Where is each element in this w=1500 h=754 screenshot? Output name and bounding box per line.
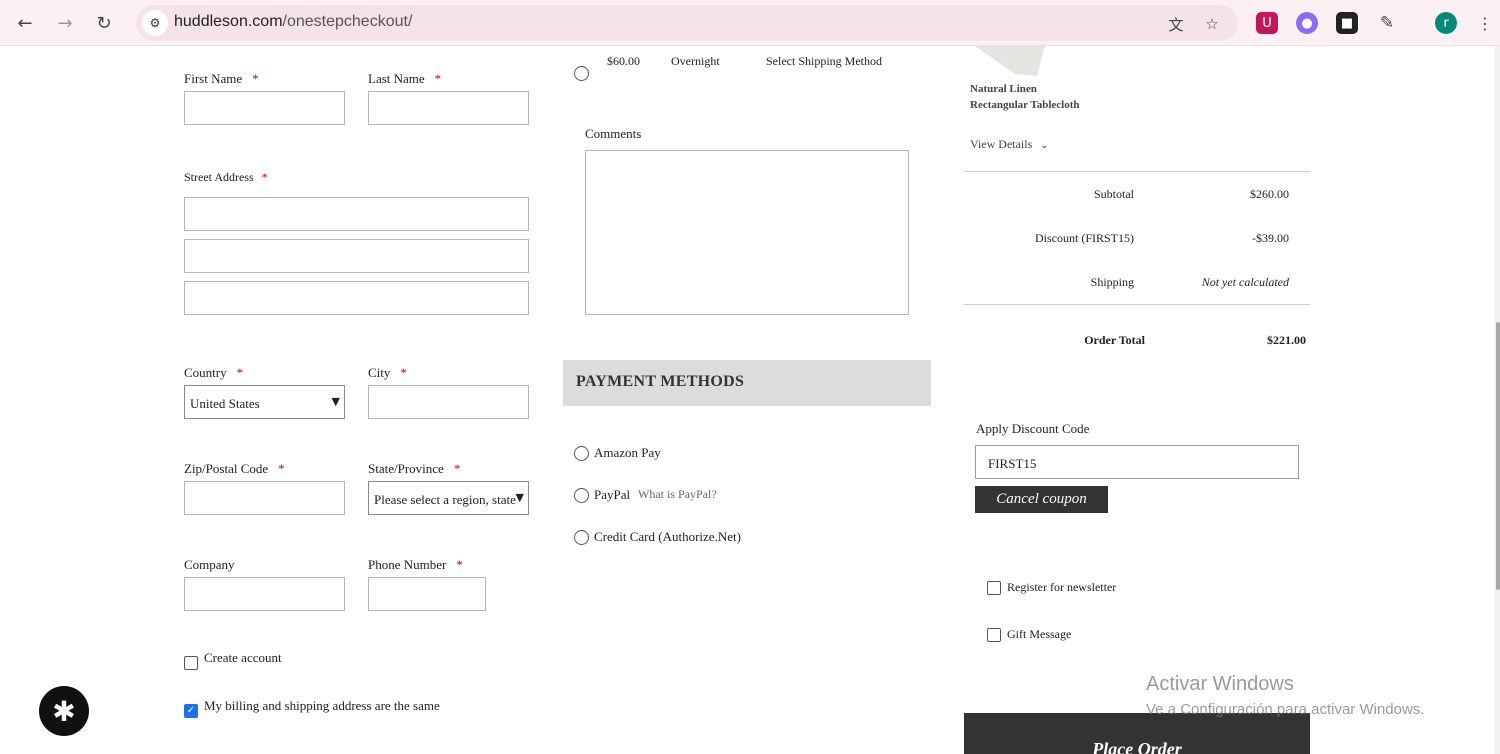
street-address-line3-input[interactable] — [184, 281, 529, 315]
what-is-paypal-link[interactable]: What is PayPal? — [638, 487, 717, 502]
discount-code-input[interactable]: FIRST15 — [975, 445, 1299, 479]
paypal-label: PayPal — [594, 487, 631, 502]
company-label: Company — [184, 557, 235, 572]
paypal-radio[interactable] — [574, 488, 589, 503]
first-name-input[interactable] — [184, 91, 345, 125]
order-total-label: Order Total — [1084, 333, 1145, 347]
product-thumbnail — [975, 46, 1045, 76]
same-address-checkbox[interactable]: ✓ — [184, 704, 198, 718]
comments-textarea[interactable] — [585, 150, 909, 315]
first-name-label: First Name * — [184, 71, 259, 86]
state-select-value: Please select a region, state — [374, 492, 516, 507]
accessibility-icon[interactable]: ✱ — [39, 686, 89, 736]
dropdown-arrow-icon: ▼ — [515, 491, 524, 504]
last-name-label: Last Name * — [368, 71, 442, 86]
summary-divider-bottom — [964, 304, 1310, 305]
create-account-label: Create account — [204, 650, 282, 665]
gift-message-label: Gift Message — [1007, 627, 1072, 641]
subtotal-value: $260.00 — [1250, 187, 1289, 201]
site-info-icon[interactable]: ⚙ — [142, 10, 168, 36]
shipping-method: Overnight — [671, 54, 720, 68]
shipping-label: Shipping — [1090, 275, 1134, 289]
ublock-extension-icon[interactable]: U — [1256, 12, 1278, 34]
extension-dark-icon[interactable]: ■ — [1336, 12, 1358, 34]
credit-card-label: Credit Card (Authorize.Net) — [594, 529, 741, 544]
profile-avatar[interactable]: r — [1435, 12, 1457, 34]
cancel-coupon-button[interactable]: Cancel coupon — [975, 486, 1108, 513]
street-address-line2-input[interactable] — [184, 239, 529, 273]
url-path: /onestepcheckout/ — [282, 13, 413, 30]
amazon-pay-radio[interactable] — [574, 446, 589, 461]
view-details-label: View Details — [970, 137, 1033, 151]
summary-divider-top — [964, 171, 1310, 172]
view-details-toggle[interactable]: View Details ⌄ — [970, 137, 1049, 152]
last-name-input[interactable] — [368, 91, 529, 125]
country-label: Country * — [184, 365, 244, 380]
url-host: huddleson.com — [174, 13, 283, 30]
page-scrollbar-thumb[interactable] — [1496, 322, 1500, 590]
forward-arrow-icon[interactable]: → — [50, 8, 80, 38]
state-label: State/Province * — [368, 461, 461, 476]
city-label: City * — [368, 365, 407, 380]
credit-card-radio[interactable] — [574, 530, 589, 545]
create-account-checkbox[interactable] — [184, 656, 198, 670]
extensions-puzzle-icon[interactable]: ✎ — [1376, 12, 1398, 34]
shipping-value: Not yet calculated — [1201, 275, 1289, 289]
same-address-label: My billing and shipping address are the … — [204, 698, 440, 713]
newsletter-label: Register for newsletter — [1007, 580, 1117, 594]
amazon-pay-label: Amazon Pay — [594, 445, 661, 460]
city-input[interactable] — [368, 385, 529, 419]
state-select[interactable]: Please select a region, state ▼ — [368, 481, 529, 515]
discount-label: Discount (FIRST15) — [1035, 231, 1134, 245]
newsletter-checkbox[interactable] — [987, 581, 1001, 595]
address-bar[interactable]: ⚙ huddleson.com/onestepcheckout/ 文 ☆ — [136, 5, 1238, 41]
subtotal-label: Subtotal — [1093, 187, 1134, 201]
zip-label: Zip/Postal Code * — [184, 461, 285, 476]
discount-value: -$39.00 — [1252, 231, 1289, 245]
back-arrow-icon[interactable]: ← — [10, 8, 40, 38]
street-address-line1-input[interactable] — [184, 197, 529, 231]
bookmark-star-icon[interactable]: ☆ — [1202, 14, 1222, 34]
order-total-value: $221.00 — [1267, 333, 1306, 347]
phone-label: Phone Number * — [368, 557, 463, 572]
windows-watermark-title: Activar Windows — [1146, 673, 1294, 695]
place-order-button[interactable]: Place Order — [964, 713, 1310, 754]
phone-input[interactable] — [368, 577, 486, 611]
shipping-price: $60.00 — [607, 54, 640, 68]
product-name-line2: Rectangular Tablecloth — [970, 99, 1080, 111]
zip-input[interactable] — [184, 481, 345, 515]
street-address-label: Street Address * — [184, 170, 268, 184]
dropdown-arrow-icon: ▼ — [331, 395, 340, 408]
country-select-value: United States — [190, 396, 260, 411]
extension-icon[interactable]: ● — [1296, 12, 1318, 34]
translate-icon[interactable]: 文 — [1166, 14, 1186, 34]
shipping-carrier: Select Shipping Method — [766, 54, 882, 68]
more-menu-icon[interactable]: ⋮ — [1474, 12, 1496, 34]
chevron-down-icon: ⌄ — [1040, 140, 1049, 151]
comments-label: Comments — [585, 126, 642, 141]
url-text: huddleson.com/onestepcheckout/ — [174, 13, 412, 31]
windows-watermark-subtitle: Ve a Configuración para activar Windows. — [1146, 701, 1425, 718]
product-name-line1: Natural Linen — [970, 83, 1037, 95]
shipping-overnight-radio[interactable] — [574, 66, 589, 81]
place-order-label: Place Order — [1092, 739, 1182, 754]
payment-methods-title: PAYMENT METHODS — [576, 373, 745, 390]
country-select[interactable]: United States ▼ — [184, 385, 345, 419]
payment-methods-header: PAYMENT METHODS — [563, 360, 931, 406]
gift-message-checkbox[interactable] — [987, 628, 1001, 642]
apply-discount-label: Apply Discount Code — [976, 421, 1090, 436]
reload-icon[interactable]: ↻ — [89, 8, 119, 38]
company-input[interactable] — [184, 577, 345, 611]
browser-toolbar: ← → ↻ ⚙ huddleson.com/onestepcheckout/ 文… — [0, 0, 1500, 46]
